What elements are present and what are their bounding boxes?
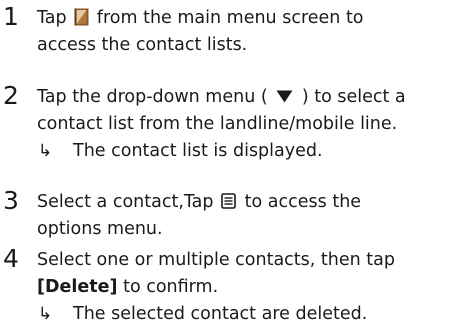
step-line: Tap from the main menu screen to (37, 5, 469, 32)
step-text: Tap from the main menu screen to access … (37, 5, 469, 59)
manual-page: { "steps": [ { "number": "1", "icon": "c… (0, 0, 472, 329)
step-line: contact list from the landline/mobile li… (37, 114, 398, 134)
step-text-part: Tap the drop-down menu ( (37, 87, 268, 107)
step-result: ↳ The selected contact are deleted. (37, 301, 469, 328)
step-line: [Delete] to confirm. (37, 274, 469, 301)
step-text-part: Tap (37, 8, 67, 28)
step-line: Tap the drop-down menu ( ) to select a (37, 84, 469, 111)
step-line: Select one or multiple contacts, then ta… (37, 250, 395, 270)
step-number: 2 (3, 81, 19, 110)
step-number: 4 (3, 244, 19, 273)
result-arrow-icon: ↳ (38, 141, 53, 161)
step-text-part: ) to select a (301, 87, 406, 107)
step-line: Select a contact,Tap to access the (37, 189, 469, 216)
contacts-book-icon (74, 8, 89, 26)
step-text-part: to access the (244, 192, 362, 212)
step-line: options menu. (37, 219, 163, 239)
result-text: The selected contact are deleted. (73, 304, 368, 324)
step-number: 3 (3, 186, 19, 215)
delete-label: [Delete] (37, 277, 118, 297)
step-line: access the contact lists. (37, 35, 248, 55)
result-text: The contact list is displayed. (73, 141, 323, 161)
step-text-part: from the main menu screen to (96, 8, 364, 28)
step-result: ↳ The contact list is displayed. (37, 138, 469, 165)
step-text: Select one or multiple contacts, then ta… (37, 247, 469, 328)
step-text-part: to confirm. (123, 277, 219, 297)
step-text: Select a contact,Tap to access the optio… (37, 189, 469, 243)
options-menu-icon (221, 193, 236, 209)
step-text-part: Select a contact,Tap (37, 192, 214, 212)
dropdown-triangle-icon (276, 90, 293, 103)
step-text: Tap the drop-down menu ( ) to select a c… (37, 84, 469, 165)
result-arrow-icon: ↳ (38, 304, 53, 324)
step-number: 1 (3, 2, 19, 31)
